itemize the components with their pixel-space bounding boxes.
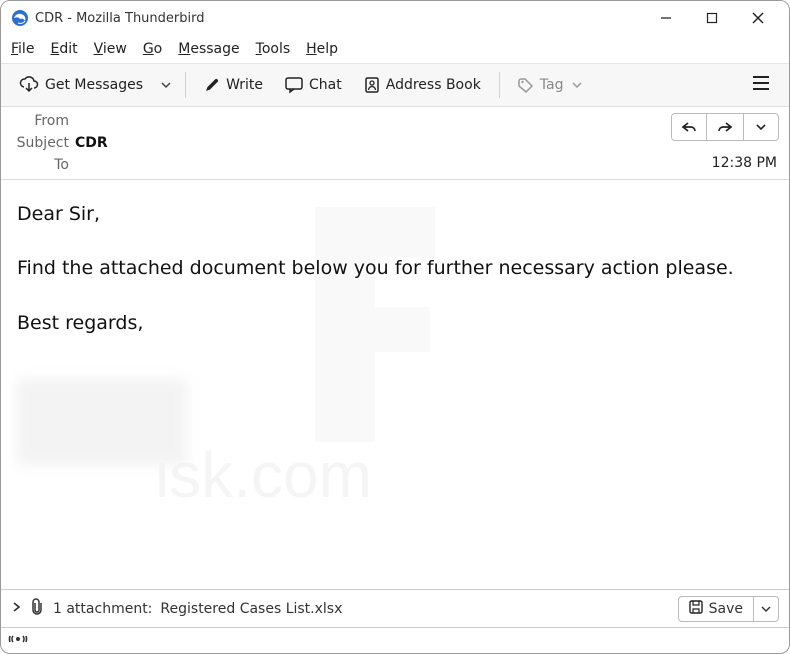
menu-view[interactable]: View [94, 41, 127, 57]
tag-label: Tag [540, 77, 564, 93]
save-icon [689, 600, 703, 618]
save-label: Save [709, 601, 743, 617]
window-controls [643, 3, 781, 33]
address-book-label: Address Book [386, 77, 481, 93]
close-button[interactable] [735, 3, 781, 33]
body-signoff: Best regards, [17, 307, 773, 339]
menu-help[interactable]: Help [306, 41, 338, 57]
menu-go[interactable]: Go [143, 41, 162, 57]
get-messages-label: Get Messages [45, 77, 143, 93]
thunderbird-window: isk.com CDR - Mozilla Thunderbird File E… [0, 0, 790, 654]
title-bar: CDR - Mozilla Thunderbird [1, 1, 789, 35]
subject-label: Subject [11, 135, 75, 151]
pencil-icon [204, 77, 220, 93]
thunderbird-icon [11, 9, 29, 27]
more-actions-dropdown[interactable] [743, 113, 779, 141]
menu-bar: File Edit View Go Message Tools Help [1, 35, 789, 63]
status-bar [1, 627, 789, 653]
chat-label: Chat [309, 77, 342, 93]
toolbar-separator [499, 72, 500, 98]
reply-button[interactable] [671, 113, 707, 141]
minimize-button[interactable] [643, 3, 689, 33]
subject-value: CDR [75, 135, 663, 151]
save-attachment-button-group: Save [678, 596, 779, 622]
save-attachment-dropdown[interactable] [753, 597, 778, 621]
tag-icon [518, 77, 534, 93]
window-title: CDR - Mozilla Thunderbird [35, 11, 205, 26]
menu-message[interactable]: Message [178, 41, 239, 57]
attachment-bar: 1 attachment: Registered Cases List.xlsx… [1, 589, 789, 627]
address-book-button[interactable]: Address Book [356, 73, 489, 97]
download-cloud-icon [19, 77, 39, 93]
get-messages-button[interactable]: Get Messages [11, 73, 151, 97]
body-salutation: Dear Sir, [17, 198, 773, 230]
address-book-icon [364, 77, 380, 93]
chat-bubble-icon [285, 77, 303, 93]
save-attachment-button[interactable]: Save [679, 597, 753, 621]
to-label: To [11, 157, 75, 173]
menu-file[interactable]: File [11, 41, 34, 57]
paperclip-icon [29, 598, 45, 620]
tag-button[interactable]: Tag [510, 73, 590, 97]
write-label: Write [226, 77, 263, 93]
app-menu-button[interactable] [743, 68, 779, 102]
attachment-filename[interactable]: Registered Cases List.xlsx [160, 601, 342, 617]
menu-edit[interactable]: Edit [50, 41, 77, 57]
reply-controls [671, 113, 779, 141]
chat-button[interactable]: Chat [277, 73, 350, 97]
menu-tools[interactable]: Tools [256, 41, 291, 57]
attachment-count-label: 1 attachment: [53, 601, 152, 617]
main-toolbar: Get Messages Write Chat Address Book Tag [1, 63, 789, 107]
write-button[interactable]: Write [196, 73, 271, 97]
body-paragraph: Find the attached document below you for… [17, 252, 773, 284]
signature-redacted [17, 379, 187, 465]
forward-button[interactable] [707, 113, 743, 141]
from-label: From [11, 113, 75, 129]
expand-attachments-button[interactable] [11, 601, 21, 617]
toolbar-separator [185, 72, 186, 98]
connection-status-icon[interactable] [9, 631, 27, 651]
message-time: 12:38 PM [712, 155, 779, 171]
message-body: Dear Sir, Find the attached document bel… [1, 180, 789, 589]
get-messages-dropdown[interactable] [157, 76, 175, 94]
maximize-button[interactable] [689, 3, 735, 33]
message-header: From Subject CDR To 12:38 PM [1, 107, 789, 180]
